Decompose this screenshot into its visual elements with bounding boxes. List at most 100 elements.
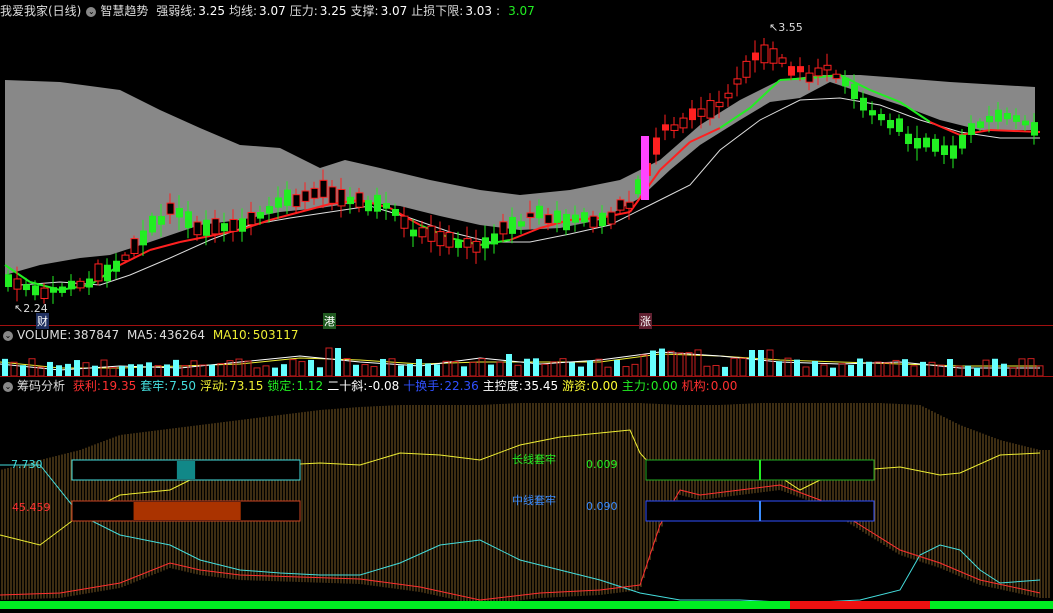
volume-bar: [173, 359, 179, 376]
candle-body: [239, 218, 246, 232]
candle-body: [607, 211, 616, 225]
volume-bar: [838, 363, 846, 376]
collapse-icon[interactable]: ⌄: [86, 6, 97, 17]
marker-cai[interactable]: 财: [36, 313, 49, 329]
chip-label-5: 十换手:: [403, 379, 444, 393]
volume-bar: [289, 359, 297, 376]
volume-bar: [578, 366, 584, 376]
volume-bar: [640, 354, 648, 376]
volume-bar: [370, 366, 378, 376]
indicator-name[interactable]: 智慧趋势: [100, 4, 148, 18]
volume-bar: [776, 361, 782, 376]
chip-value-0: 19.35: [101, 379, 137, 393]
volume-bar: [478, 358, 486, 376]
candle-body: [689, 108, 696, 121]
marker-zhang[interactable]: 涨: [639, 313, 652, 329]
volume-bar: [388, 358, 396, 376]
volume-bar: [407, 363, 413, 376]
candle-body: [715, 101, 724, 108]
candle-body: [374, 194, 381, 212]
candle-body: [778, 57, 787, 64]
volume-bar: [524, 358, 530, 376]
volume-bar: [146, 362, 152, 376]
candle-body: [851, 83, 858, 100]
chip-label-4: 二十斜:: [327, 379, 368, 393]
candle-body: [697, 108, 706, 117]
chip-value-9: 0.00: [710, 379, 738, 393]
volume-bar: [137, 364, 143, 376]
volume-bar: [514, 364, 522, 376]
candle-body: [959, 134, 966, 149]
collapse-icon[interactable]: ⌄: [3, 330, 13, 341]
volume-bar: [434, 364, 440, 376]
candle-body: [625, 201, 634, 209]
marker-gang[interactable]: 港: [323, 313, 336, 329]
collapse-icon[interactable]: ⌄: [3, 381, 13, 392]
volume-bar: [82, 362, 90, 376]
volume-bar: [1001, 363, 1007, 376]
volume-bar: [569, 362, 575, 376]
candle-body: [742, 60, 751, 78]
candle-body: [158, 216, 165, 225]
candle-body: [653, 137, 660, 155]
volume-bar: [676, 352, 684, 376]
candle-body: [203, 219, 210, 236]
volume-bar: [965, 365, 971, 376]
volume-bar: [262, 365, 270, 376]
candle-body: [121, 254, 130, 262]
window-title: 我爱我家(日线): [0, 4, 82, 18]
volume-chart[interactable]: [0, 344, 1053, 376]
chip-value-3: 1.12: [296, 379, 324, 393]
volume-bar: [74, 360, 80, 376]
candle-body: [130, 238, 139, 254]
volume-bar: [380, 358, 386, 376]
left-bottom-value: 45.459: [12, 501, 51, 514]
candle-body: [554, 210, 561, 223]
volume-bar: [217, 363, 225, 376]
candle-body: [599, 212, 606, 227]
long-trap-label: 长线套牢: [512, 453, 556, 466]
volume-bar: [604, 366, 612, 376]
candle-body: [328, 186, 337, 204]
chip-label-1: 套牢:: [140, 379, 169, 393]
chip-title[interactable]: 筹码分析: [17, 379, 65, 393]
candle-body: [455, 240, 462, 248]
candle-body: [355, 192, 364, 208]
candle-body: [410, 229, 417, 237]
chip-label-6: 主控度:: [482, 379, 523, 393]
trend-line-seg: [929, 121, 961, 136]
candle-body: [193, 221, 202, 236]
header-value-1: 3.07: [259, 4, 286, 18]
candle-body: [1031, 122, 1038, 136]
candle-body: [482, 237, 489, 249]
volume-bar: [119, 365, 125, 376]
volume-bar: [298, 361, 306, 376]
main-chart[interactable]: [0, 20, 1053, 329]
volume-bar: [506, 354, 512, 376]
volume-bar: [631, 363, 639, 376]
candle-body: [823, 64, 832, 71]
extra-value: 3.07: [508, 4, 535, 18]
volume-bar: [496, 361, 504, 376]
volume-bar: [857, 358, 863, 376]
volume-bar: [749, 350, 755, 376]
candle-body: [310, 187, 319, 199]
volume-bar: [622, 366, 630, 376]
volume-bar: [308, 359, 314, 376]
trend-line-seg: [149, 241, 181, 251]
volume-bar: [209, 364, 215, 376]
candle-body: [472, 240, 481, 253]
ma10-label: MA10:: [212, 328, 251, 342]
volume-bar: [190, 360, 198, 376]
candle-body: [149, 215, 156, 233]
volume-bar: [1027, 358, 1035, 376]
candle-body: [706, 100, 715, 119]
candle-body: [536, 205, 543, 219]
candle-body: [616, 199, 625, 211]
chip-label-2: 浮动:: [200, 379, 229, 393]
volume-bar: [10, 361, 18, 376]
candle-body: [436, 231, 445, 247]
mid-trap-value: 0.090: [586, 500, 618, 513]
volume-bar: [902, 359, 908, 376]
volume-bar: [1009, 367, 1017, 376]
